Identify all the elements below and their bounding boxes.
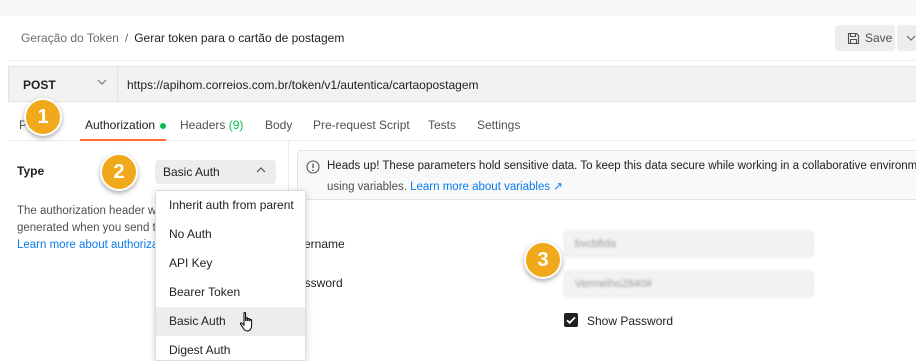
tab-tests[interactable]: Tests: [428, 118, 456, 132]
hand-cursor-icon: [239, 311, 253, 332]
save-button[interactable]: Save: [835, 25, 895, 51]
show-password-checkbox[interactable]: [564, 313, 578, 327]
breadcrumb-separator: /: [124, 31, 129, 45]
tab-authorization-label: Authorization: [85, 118, 156, 132]
auth-description: The authorization header w generated whe…: [17, 203, 155, 254]
url-input[interactable]: https://apihom.correios.com.br/token/v1/…: [127, 78, 479, 92]
chevron-down-icon[interactable]: [97, 79, 107, 85]
tab-authorization[interactable]: Authorization: [85, 118, 167, 132]
tab-settings[interactable]: Settings: [477, 118, 520, 132]
notice-text: Heads up! These parameters hold sensitiv…: [327, 160, 916, 172]
tab-pre-request-script[interactable]: Pre-request Script: [313, 118, 410, 132]
breadcrumb: Geração do Token / Gerar token para o cart…: [21, 31, 344, 45]
step-badge-3: 3: [524, 241, 562, 279]
info-icon: [306, 160, 320, 174]
learn-more-auth-link[interactable]: Learn more about authoriza: [17, 237, 155, 254]
tab-headers-label: Headers: [180, 118, 226, 132]
dropdown-item[interactable]: Bearer Token: [156, 278, 305, 307]
url-bar: POST https://apihom.correios.com.br/toke…: [8, 66, 916, 102]
breadcrumb-current[interactable]: Gerar token para o cartão de postagem: [134, 31, 344, 45]
headers-count: (9): [228, 118, 244, 132]
window-top-strip: [0, 0, 916, 16]
dropdown-item[interactable]: Inherit auth from parent: [156, 191, 305, 220]
method-select[interactable]: POST: [23, 78, 56, 92]
notice-text-prefix: using variables.: [327, 181, 407, 193]
step-badge-1: 1: [24, 98, 62, 136]
save-options-button[interactable]: [897, 25, 916, 51]
description-line: The authorization header w: [17, 205, 155, 217]
dropdown-item[interactable]: No Auth: [156, 220, 305, 249]
auth-type-select[interactable]: Basic Auth: [155, 160, 276, 184]
request-tabs: P Authorization Headers (9) Body Pre-req…: [8, 108, 916, 141]
url-divider: [117, 67, 118, 101]
auth-type-dropdown: Inherit auth from parent No Auth API Key…: [155, 190, 306, 361]
save-icon: [847, 32, 860, 44]
chevron-up-icon: [256, 167, 266, 173]
check-icon: [566, 316, 576, 325]
step-badge-2: 2: [100, 153, 138, 191]
learn-more-variables-link[interactable]: Learn more about variables ↗: [410, 181, 563, 193]
dropdown-item[interactable]: API Key: [156, 249, 305, 278]
password-input[interactable]: Vermelho2840#: [564, 271, 814, 297]
active-tab-indicator: [80, 139, 166, 141]
auth-type-value: Basic Auth: [163, 165, 220, 179]
show-password-label[interactable]: Show Password: [587, 314, 673, 328]
status-dot: [160, 122, 167, 129]
request-header: Geração do Token / Gerar token para o cart…: [8, 16, 916, 60]
save-label: Save: [865, 31, 893, 45]
username-input[interactable]: bvcbfida: [564, 231, 814, 257]
chevron-down-icon: [906, 35, 915, 41]
tab-body[interactable]: Body: [265, 118, 292, 132]
tab-headers[interactable]: Headers (9): [180, 118, 243, 132]
breadcrumb-parent[interactable]: Geração do Token: [21, 31, 119, 45]
notice-text-2: using variables. Learn more about variab…: [327, 179, 563, 193]
dropdown-item[interactable]: Digest Auth: [156, 336, 305, 360]
sensitive-data-notice: Heads up! These parameters hold sensitiv…: [297, 150, 916, 200]
dropdown-item-selected[interactable]: Basic Auth: [156, 307, 305, 336]
auth-type-label: Type: [17, 164, 45, 178]
description-line: generated when you send t: [17, 222, 155, 234]
